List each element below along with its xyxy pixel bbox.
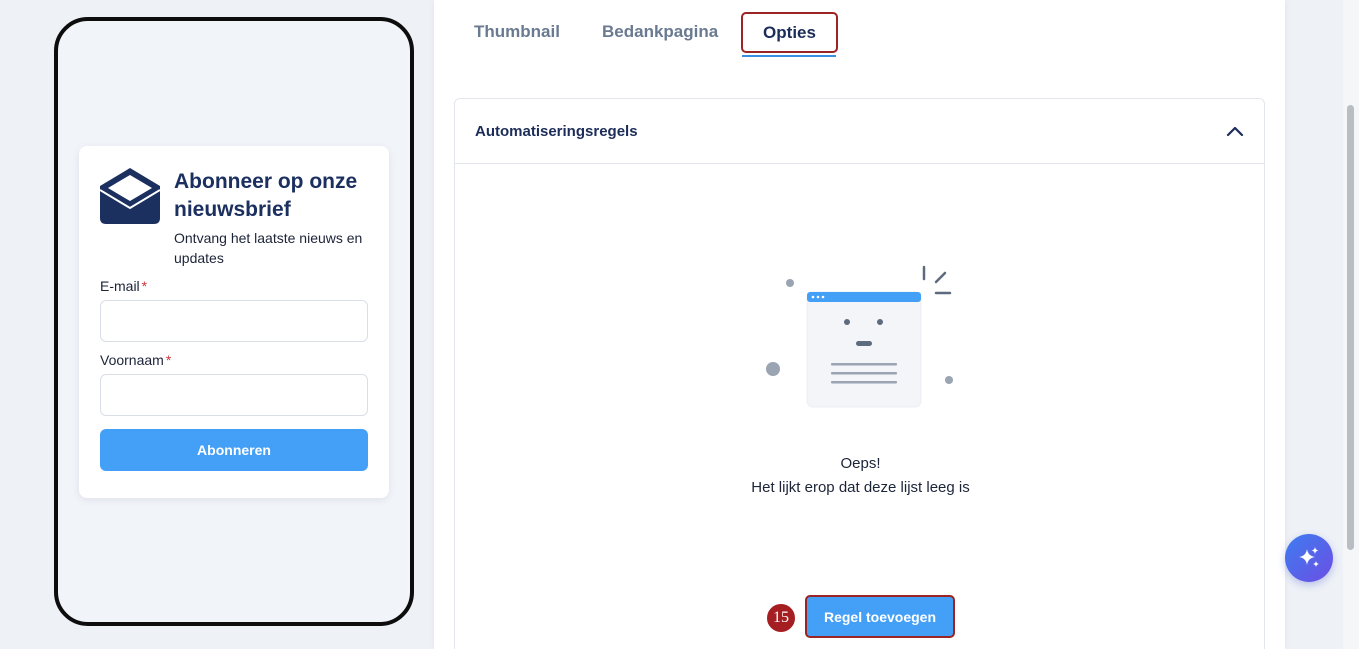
step-badge: 15 xyxy=(765,602,797,634)
newsletter-form-card: Abonneer op onze nieuwsbrief Ontvang het… xyxy=(79,146,389,498)
required-mark: * xyxy=(141,278,148,294)
scrollbar-thumb[interactable] xyxy=(1347,105,1354,550)
email-field[interactable] xyxy=(100,300,368,342)
envelope-open-icon xyxy=(100,168,160,224)
email-label: E-mail * xyxy=(100,278,368,294)
form-header: Abonneer op onze nieuwsbrief Ontvang het… xyxy=(100,168,368,268)
page-scrollbar[interactable] xyxy=(1343,0,1359,649)
firstname-label: Voornaam * xyxy=(100,352,368,368)
sparkles-icon xyxy=(1299,547,1319,567)
empty-state-title: Oeps! xyxy=(840,455,881,472)
tab-bedankpagina[interactable]: Bedankpagina xyxy=(602,22,718,42)
firstname-field[interactable] xyxy=(100,374,368,416)
add-rule-button[interactable]: Regel toevoegen xyxy=(805,595,955,638)
tab-opties[interactable]: Opties xyxy=(741,12,838,53)
empty-state-subtitle: Het lijkt erop dat deze lijst leeg is xyxy=(751,479,970,496)
email-label-text: E-mail xyxy=(100,278,140,294)
required-mark: * xyxy=(165,352,172,368)
firstname-label-text: Voornaam xyxy=(100,352,164,368)
form-subtitle: Ontvang het laatste nieuws en updates xyxy=(174,230,363,266)
automation-rules-section: Automatiseringsregels Oeps! Het lijkt er… xyxy=(454,98,1265,649)
settings-panel: Thumbnail Bedankpagina Opties Automatise… xyxy=(434,0,1285,649)
ai-assistant-button[interactable] xyxy=(1285,534,1333,582)
empty-list-illustration xyxy=(766,265,953,408)
chevron-up-icon[interactable] xyxy=(1226,125,1244,137)
phone-preview: Abonneer op onze nieuwsbrief Ontvang het… xyxy=(54,17,414,626)
form-title: Abonneer op onze nieuwsbrief xyxy=(174,170,358,221)
form-header-text: Abonneer op onze nieuwsbrief Ontvang het… xyxy=(174,168,368,268)
subscribe-button[interactable]: Abonneren xyxy=(100,429,368,471)
automation-rules-header[interactable]: Automatiseringsregels xyxy=(455,99,1264,164)
automation-rules-title: Automatiseringsregels xyxy=(475,122,638,140)
tab-thumbnail[interactable]: Thumbnail xyxy=(474,22,560,42)
active-tab-indicator xyxy=(742,55,836,57)
